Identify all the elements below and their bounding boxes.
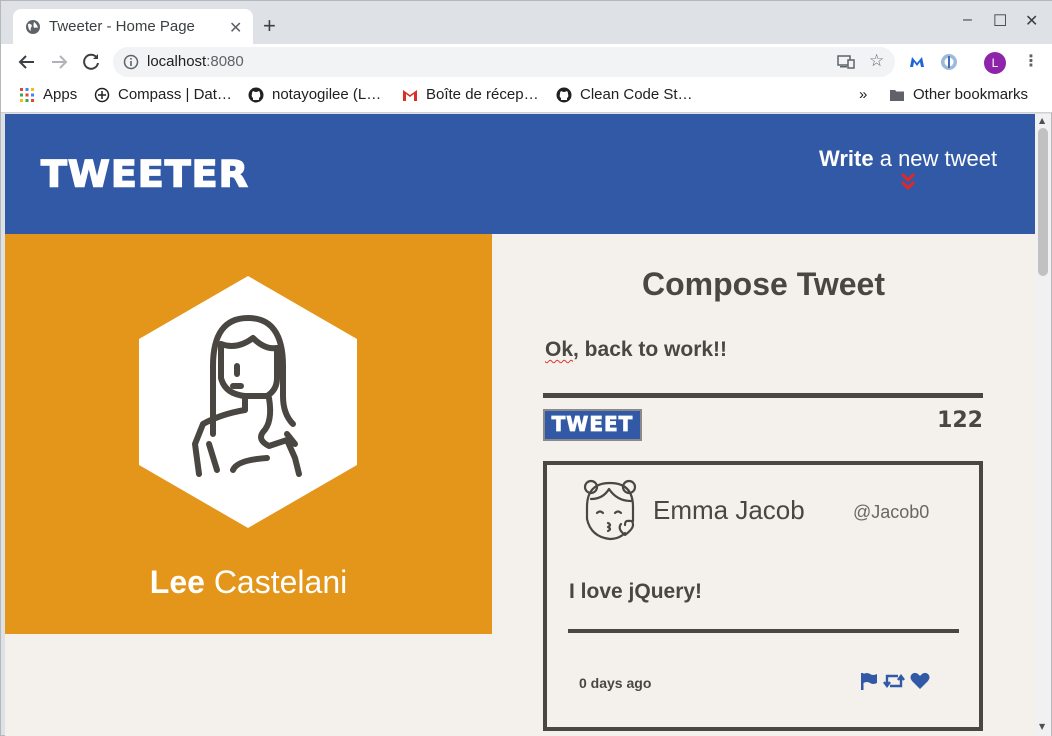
bookmark-gmail[interactable]: Boîte de récep… bbox=[402, 86, 539, 103]
page-viewport: Tweeter Write a new tweet bbox=[5, 114, 1035, 736]
url-port: :8080 bbox=[206, 53, 244, 70]
minimize-button[interactable]: – bbox=[963, 11, 972, 29]
scrollbar-thumb[interactable] bbox=[1038, 128, 1048, 276]
tweet-divider bbox=[568, 629, 959, 633]
compose-text-rest: , back to work!! bbox=[573, 338, 728, 361]
tweet-author-avatar bbox=[583, 479, 637, 541]
other-bookmarks-label: Other bookmarks bbox=[913, 86, 1029, 103]
globe-icon bbox=[26, 20, 40, 34]
profile-avatar[interactable]: L bbox=[984, 52, 1006, 74]
bookmarks-overflow-button[interactable]: » bbox=[859, 86, 867, 103]
write-new-tweet-link[interactable]: Write a new tweet bbox=[819, 146, 997, 172]
tab-close-icon[interactable]: ✕ bbox=[229, 18, 242, 38]
bookmark-apps[interactable]: Apps bbox=[19, 86, 77, 103]
back-arrow-icon[interactable] bbox=[15, 50, 39, 74]
url-text: localhost:8080 bbox=[147, 53, 244, 70]
tweet-author-name: Emma Jacob bbox=[653, 495, 805, 525]
gmail-icon bbox=[403, 89, 417, 101]
heart-icon[interactable] bbox=[909, 671, 931, 691]
compose-title: Compose Tweet bbox=[642, 266, 885, 302]
tweet-card: Emma Jacob @Jacob0 I love jQuery! 0 days… bbox=[543, 461, 983, 731]
malwarebytes-icon[interactable] bbox=[907, 52, 927, 72]
active-tab[interactable]: Tweeter - Home Page ✕ bbox=[13, 9, 253, 44]
other-bookmarks[interactable]: Other bookmarks bbox=[889, 86, 1028, 103]
forward-arrow-icon[interactable] bbox=[47, 50, 71, 74]
tweet-button[interactable]: Tweet bbox=[543, 409, 642, 441]
compass-icon bbox=[94, 87, 110, 102]
write-link-bold: Write bbox=[819, 146, 874, 171]
browser-menu-icon[interactable]: ⋮ bbox=[1023, 51, 1039, 70]
compose-text-misspelled: Ok bbox=[545, 338, 574, 361]
bookmark-compass[interactable]: Compass | Dat… bbox=[94, 86, 232, 103]
flag-icon[interactable] bbox=[859, 671, 879, 691]
profile-avatar-hexagon bbox=[139, 276, 357, 528]
character-counter: 122 bbox=[937, 408, 983, 433]
browser-window: Tweeter - Home Page ✕ + – ☐ ✕ localhost:… bbox=[0, 0, 1052, 736]
browser-toolbar: localhost:8080 ☆ L ⋮ bbox=[1, 44, 1052, 80]
profile-name: Lee Castelani bbox=[5, 564, 492, 601]
bookmark-label: notayogilee (L… bbox=[272, 86, 382, 103]
profile-first-name: Lee bbox=[149, 564, 205, 600]
reload-icon[interactable] bbox=[79, 50, 103, 74]
bookmarks-bar: Apps Compass | Dat… notayogilee (L… Boît… bbox=[1, 80, 1052, 113]
tweet-author-handle: @Jacob0 bbox=[853, 502, 930, 522]
scroll-up-arrow-icon[interactable]: ▲ bbox=[1039, 116, 1045, 125]
folder-icon bbox=[890, 89, 904, 101]
retweet-icon[interactable] bbox=[883, 671, 905, 691]
bookmark-clean-code[interactable]: Clean Code St… bbox=[556, 86, 693, 103]
tweet-actions bbox=[859, 671, 931, 691]
tab-strip: Tweeter - Home Page ✕ + – ☐ ✕ bbox=[1, 1, 1052, 44]
bookmark-label: Clean Code St… bbox=[580, 86, 693, 103]
github-icon bbox=[248, 87, 264, 102]
double-chevron-down-icon[interactable] bbox=[899, 172, 917, 192]
address-bar[interactable]: localhost:8080 ☆ bbox=[113, 47, 895, 77]
scroll-down-arrow-icon[interactable]: ▼ bbox=[1039, 722, 1045, 731]
site-info-icon[interactable] bbox=[123, 54, 139, 70]
site-header: Tweeter Write a new tweet bbox=[5, 114, 1035, 234]
page-scrollbar[interactable]: ▲ ▼ bbox=[1035, 114, 1051, 736]
install-app-icon[interactable] bbox=[837, 54, 855, 70]
bookmark-label: Compass | Dat… bbox=[118, 86, 232, 103]
close-window-button[interactable]: ✕ bbox=[1025, 11, 1038, 31]
profile-last-name: Castelani bbox=[204, 564, 348, 600]
tweet-content: I love jQuery! bbox=[569, 580, 703, 603]
bookmark-github-profile[interactable]: notayogilee (L… bbox=[248, 86, 381, 103]
compose-textarea[interactable]: Ok, back to work!! bbox=[545, 338, 727, 362]
tab-title: Tweeter - Home Page bbox=[49, 18, 195, 35]
github-icon bbox=[556, 87, 572, 102]
bookmark-label: Boîte de récep… bbox=[426, 86, 539, 103]
new-tab-button[interactable]: + bbox=[263, 13, 276, 39]
maximize-button[interactable]: ☐ bbox=[993, 11, 1007, 31]
site-logo[interactable]: Tweeter bbox=[40, 152, 249, 195]
profile-panel: Lee Castelani bbox=[5, 234, 492, 634]
extension-icon[interactable] bbox=[939, 52, 959, 72]
url-host: localhost bbox=[147, 53, 207, 70]
apps-grid-icon bbox=[20, 87, 34, 102]
compose-underline bbox=[543, 393, 983, 398]
bookmark-label: Apps bbox=[43, 86, 78, 103]
write-link-rest: a new tweet bbox=[873, 146, 998, 171]
bookmark-star-icon[interactable]: ☆ bbox=[869, 51, 884, 71]
tweet-timestamp: 0 days ago bbox=[579, 675, 652, 691]
